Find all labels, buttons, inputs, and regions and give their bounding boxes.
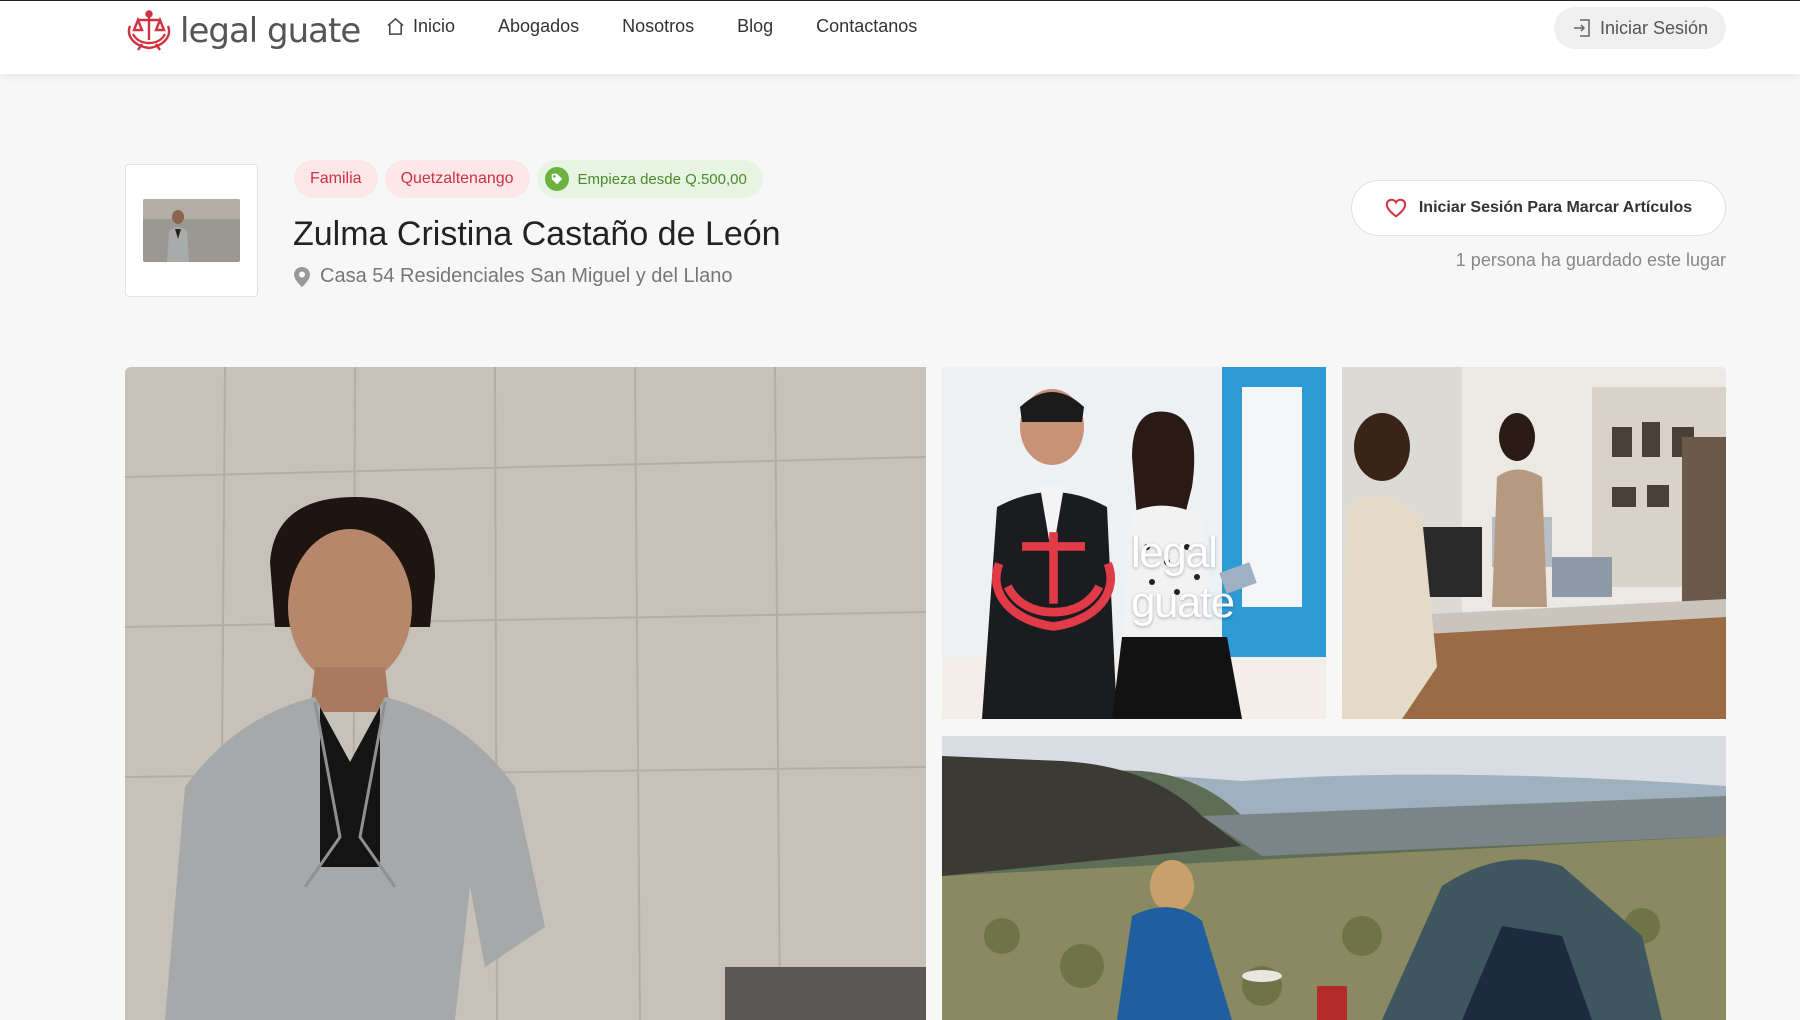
saved-count: 1 persona ha guardado este lugar <box>1455 250 1726 270</box>
bookmark-button-label: Iniciar Sesión Para Marcar Artículos <box>1418 199 1693 216</box>
nav-item-nosotros[interactable]: Nosotros <box>622 16 694 37</box>
tag-price: Empieza desde Q.500,00 <box>536 160 763 198</box>
profile-thumbnail-image <box>143 199 240 262</box>
main-nav: Inicio Abogados Nosotros Blog Contactano… <box>386 13 917 39</box>
nav-item-label: Inicio <box>413 15 456 36</box>
nav-item-label: Nosotros <box>622 15 695 36</box>
listing-address-text: Casa 54 Residenciales San Miguel y del L… <box>320 265 733 287</box>
site-header: legal guate Inicio Abogados Nosotros Blo… <box>0 0 1800 74</box>
nav-item-inicio[interactable]: Inicio <box>386 16 455 37</box>
profile-thumbnail[interactable] <box>125 164 258 297</box>
gallery-main-photo[interactable] <box>125 367 926 1020</box>
bookmark-button[interactable]: Iniciar Sesión Para Marcar Artículos <box>1351 180 1726 236</box>
map-pin-icon <box>294 266 310 287</box>
gallery-watermark: legal guate <box>982 517 1241 639</box>
sign-in-icon <box>1573 19 1590 37</box>
tag-location[interactable]: Quetzaltenango <box>384 160 530 198</box>
login-button[interactable]: Iniciar Sesión <box>1554 7 1726 49</box>
logo-text: legal guate <box>180 11 361 51</box>
price-tag-icon <box>544 167 569 191</box>
login-button-label: Iniciar Sesión <box>1599 17 1709 38</box>
gallery-photo-store[interactable] <box>1342 367 1726 719</box>
home-icon <box>387 17 404 35</box>
nav-item-contactanos[interactable]: Contactanos <box>816 16 917 37</box>
price-tag-label: Empieza desde Q.500,00 <box>577 170 747 188</box>
heart-icon <box>1385 198 1407 218</box>
site-logo[interactable]: legal guate <box>124 9 361 53</box>
gallery-photo-team[interactable]: legal guate <box>942 367 1326 719</box>
nav-item-abogados[interactable]: Abogados <box>498 16 579 37</box>
listing-title: Zulma Cristina Castaño de León <box>293 215 781 253</box>
listing-tags: Familia Quetzaltenango Empieza desde Q.5… <box>294 160 763 198</box>
listing-address: Casa 54 Residenciales San Miguel y del L… <box>294 265 732 288</box>
watermark-text: legal guate <box>1130 527 1235 627</box>
tag-category[interactable]: Familia <box>294 160 378 198</box>
nav-item-blog[interactable]: Blog <box>737 16 773 37</box>
watermark-emblem-icon <box>991 532 1116 631</box>
logo-emblem-icon <box>127 10 171 51</box>
gallery-photo-camping[interactable] <box>942 736 1726 1020</box>
nav-item-label: Blog <box>737 15 774 36</box>
nav-item-label: Abogados <box>498 15 580 36</box>
nav-item-label: Contactanos <box>816 15 918 36</box>
